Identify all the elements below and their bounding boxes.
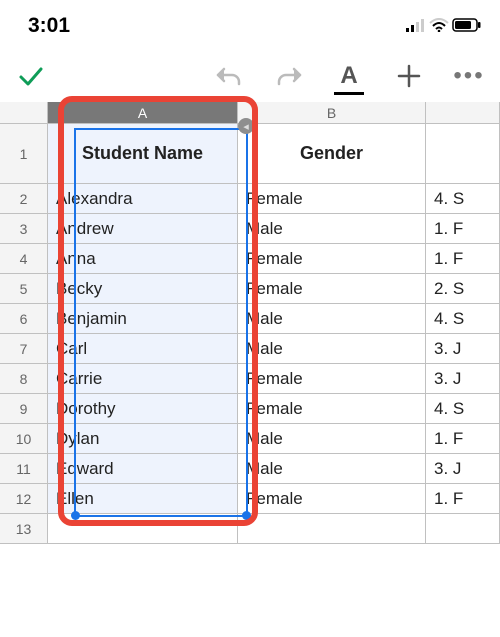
table-row: 4 Anna Female 1. F	[0, 244, 500, 274]
table-row: 1 Student Name Gender	[0, 124, 500, 184]
cell[interactable]	[238, 514, 426, 543]
wifi-icon	[429, 14, 449, 38]
cell-b1[interactable]: Gender	[238, 124, 426, 183]
row-header[interactable]: 13	[0, 514, 48, 543]
battery-icon	[452, 14, 482, 38]
cell[interactable]: 1. F	[426, 424, 500, 453]
cell[interactable]: 1. F	[426, 484, 500, 513]
column-header-c[interactable]	[426, 102, 500, 124]
more-icon: •••	[453, 62, 484, 90]
table-row: 11 Edward Male 3. J	[0, 454, 500, 484]
confirm-button[interactable]	[14, 59, 48, 93]
row-header[interactable]: 12	[0, 484, 48, 513]
row-header[interactable]: 4	[0, 244, 48, 273]
text-format-label: A	[340, 62, 357, 90]
cell[interactable]: Male	[238, 424, 426, 453]
row-header[interactable]: 2	[0, 184, 48, 213]
cell[interactable]: 1. F	[426, 244, 500, 273]
insert-button[interactable]	[392, 59, 426, 93]
cell[interactable]: Female	[238, 184, 426, 213]
cell[interactable]	[48, 514, 238, 543]
cell[interactable]: 3. J	[426, 364, 500, 393]
cell-c1[interactable]	[426, 124, 500, 183]
column-header-b[interactable]: B	[238, 102, 426, 124]
cell[interactable]: Male	[238, 334, 426, 363]
column-header-a[interactable]: A	[48, 102, 238, 124]
column-header-label: A	[138, 105, 147, 121]
table-row: 13	[0, 514, 500, 544]
cell[interactable]: Female	[238, 274, 426, 303]
row-header[interactable]: 7	[0, 334, 48, 363]
cell[interactable]: Male	[238, 454, 426, 483]
row-header[interactable]: 1	[0, 124, 48, 183]
cell[interactable]: 1. F	[426, 214, 500, 243]
cell[interactable]: Female	[238, 394, 426, 423]
cell[interactable]: 4. S	[426, 184, 500, 213]
cell-a1[interactable]: Student Name	[48, 124, 238, 183]
cell[interactable]: Male	[238, 304, 426, 333]
table-row: 12 Ellen Female 1. F	[0, 484, 500, 514]
cell[interactable]: Becky	[48, 274, 238, 303]
status-bar: 3:01	[0, 0, 500, 44]
cell[interactable]: Andrew	[48, 214, 238, 243]
table-row: 6 Benjamin Male 4. S	[0, 304, 500, 334]
table-row: 7 Carl Male 3. J	[0, 334, 500, 364]
table-row: 3 Andrew Male 1. F	[0, 214, 500, 244]
row-header[interactable]: 3	[0, 214, 48, 243]
cell[interactable]: Female	[238, 364, 426, 393]
table-row: 10 Dylan Male 1. F	[0, 424, 500, 454]
cell[interactable]: Anna	[48, 244, 238, 273]
cell[interactable]: 3. J	[426, 454, 500, 483]
table-row: 5 Becky Female 2. S	[0, 274, 500, 304]
cell[interactable]: Edward	[48, 454, 238, 483]
underline-icon	[334, 92, 364, 95]
cell[interactable]: 3. J	[426, 334, 500, 363]
cell[interactable]: 4. S	[426, 304, 500, 333]
clock: 3:01	[28, 14, 70, 38]
table-row: 9 Dorothy Female 4. S	[0, 394, 500, 424]
cell[interactable]: Dorothy	[48, 394, 238, 423]
status-indicators	[406, 14, 482, 38]
table-row: 8 Carrie Female 3. J	[0, 364, 500, 394]
column-header-label: B	[327, 105, 336, 121]
row-header[interactable]: 8	[0, 364, 48, 393]
toolbar: A •••	[0, 52, 500, 100]
undo-button[interactable]	[212, 59, 246, 93]
cell[interactable]: Benjamin	[48, 304, 238, 333]
cell[interactable]: Carl	[48, 334, 238, 363]
row-header[interactable]: 9	[0, 394, 48, 423]
cell[interactable]: Dylan	[48, 424, 238, 453]
cell[interactable]: Female	[238, 484, 426, 513]
cell[interactable]	[426, 514, 500, 543]
cell[interactable]: Carrie	[48, 364, 238, 393]
cell[interactable]: 4. S	[426, 394, 500, 423]
row-header[interactable]: 5	[0, 274, 48, 303]
row-header[interactable]: 10	[0, 424, 48, 453]
spreadsheet[interactable]: A B 1 Student Name Gender 2 Alexandra Fe…	[0, 102, 500, 544]
cellular-icon	[406, 14, 426, 38]
cell[interactable]: Alexandra	[48, 184, 238, 213]
row-header[interactable]: 6	[0, 304, 48, 333]
select-all-corner[interactable]	[0, 102, 48, 124]
row-header[interactable]: 11	[0, 454, 48, 483]
cell[interactable]: Female	[238, 244, 426, 273]
cell[interactable]: Male	[238, 214, 426, 243]
cell[interactable]: 2. S	[426, 274, 500, 303]
redo-button[interactable]	[272, 59, 306, 93]
column-header-row: A B	[0, 102, 500, 124]
text-format-button[interactable]: A	[332, 59, 366, 93]
table-row: 2 Alexandra Female 4. S	[0, 184, 500, 214]
more-button[interactable]: •••	[452, 59, 486, 93]
cell[interactable]: Ellen	[48, 484, 238, 513]
